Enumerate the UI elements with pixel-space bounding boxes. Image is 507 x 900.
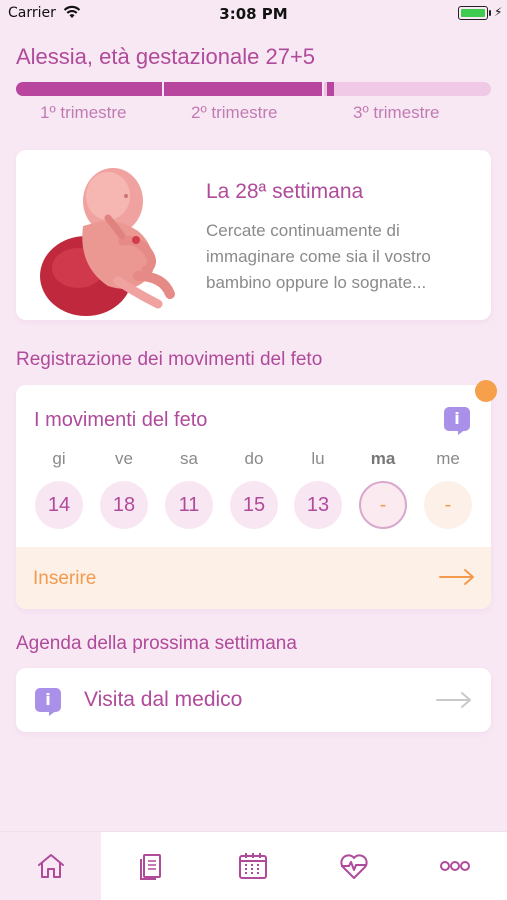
agenda-section-label: Agenda della prossima settimana [16,633,297,654]
day-name: sa [180,449,198,468]
agenda-item-doctor-visit[interactable]: i Visita dal medico [16,668,491,732]
tab-calendar[interactable] [202,832,303,900]
movements-card-title: I movimenti del feto [34,409,208,431]
progress-fill [16,82,334,96]
arrow-right-icon [436,692,471,708]
info-icon[interactable]: i [444,407,474,437]
day-column-today[interactable]: ma - [359,449,407,529]
documents-icon [140,854,161,880]
fetal-movements-card: I movimenti del feto i gi 14 ve 18 sa 11… [16,385,491,609]
day-column[interactable]: ve 18 [100,449,148,529]
fetus-illustration [40,168,175,316]
week-card[interactable]: La 28ª settimana Cercate continuamente d… [16,150,491,320]
tab-home[interactable] [0,832,101,900]
trimester-label-1: 1º trimestre [40,103,127,122]
movements-section-label: Registrazione dei movimenti del feto [16,349,323,370]
info-icon-glyph: i [444,407,470,431]
trimester-label-3: 3º trimestre [353,103,440,122]
progress-marker [324,82,327,96]
day-name: do [244,449,264,468]
tab-health[interactable] [303,832,404,900]
arrow-right-icon [439,569,474,585]
more-icon [440,861,470,871]
page-title: Alessia, età gestazionale 27+5 [16,44,316,69]
battery-nub [489,10,491,16]
day-name: ve [115,449,133,468]
pregnancy-progress-bar [16,82,491,96]
info-icon: i [35,688,65,718]
day-count: 15 [230,481,278,529]
week-title: La 28ª settimana [206,180,364,203]
notification-dot [475,380,497,402]
trimester-divider [162,82,164,96]
day-name: lu [311,449,325,468]
tab-more[interactable] [404,832,505,900]
tab-documents[interactable] [101,832,202,900]
trimester-label-2: 2º trimestre [191,103,278,122]
day-count: 11 [165,481,213,529]
tab-bar [0,831,507,900]
day-column[interactable]: gi 14 [35,449,83,529]
day-count: 18 [100,481,148,529]
insert-movements-button[interactable]: Inserire [16,547,491,609]
day-name: gi [52,449,66,468]
heart-rate-icon [340,854,368,879]
insert-label: Inserire [33,568,97,589]
day-name: ma [370,449,396,468]
day-column[interactable]: do 15 [230,449,278,529]
calendar-icon [239,853,267,879]
day-name: me [436,449,460,468]
day-count: 14 [35,481,83,529]
status-bar: Carrier 3:08 PM ⚡ [0,0,507,28]
home-icon [38,854,64,878]
clock: 3:08 PM [219,5,288,23]
day-count: - [424,481,472,529]
battery-icon [458,6,488,20]
agenda-item-label: Visita dal medico [84,688,243,711]
day-column[interactable]: sa 11 [165,449,213,529]
day-count: - [359,481,407,529]
day-column[interactable]: me - [424,449,472,529]
charging-icon: ⚡ [494,5,503,19]
info-icon-glyph: i [35,688,61,712]
week-description: Cercate continuamente di immaginare come… [206,221,431,292]
day-count: 13 [294,481,342,529]
day-column[interactable]: lu 13 [294,449,342,529]
